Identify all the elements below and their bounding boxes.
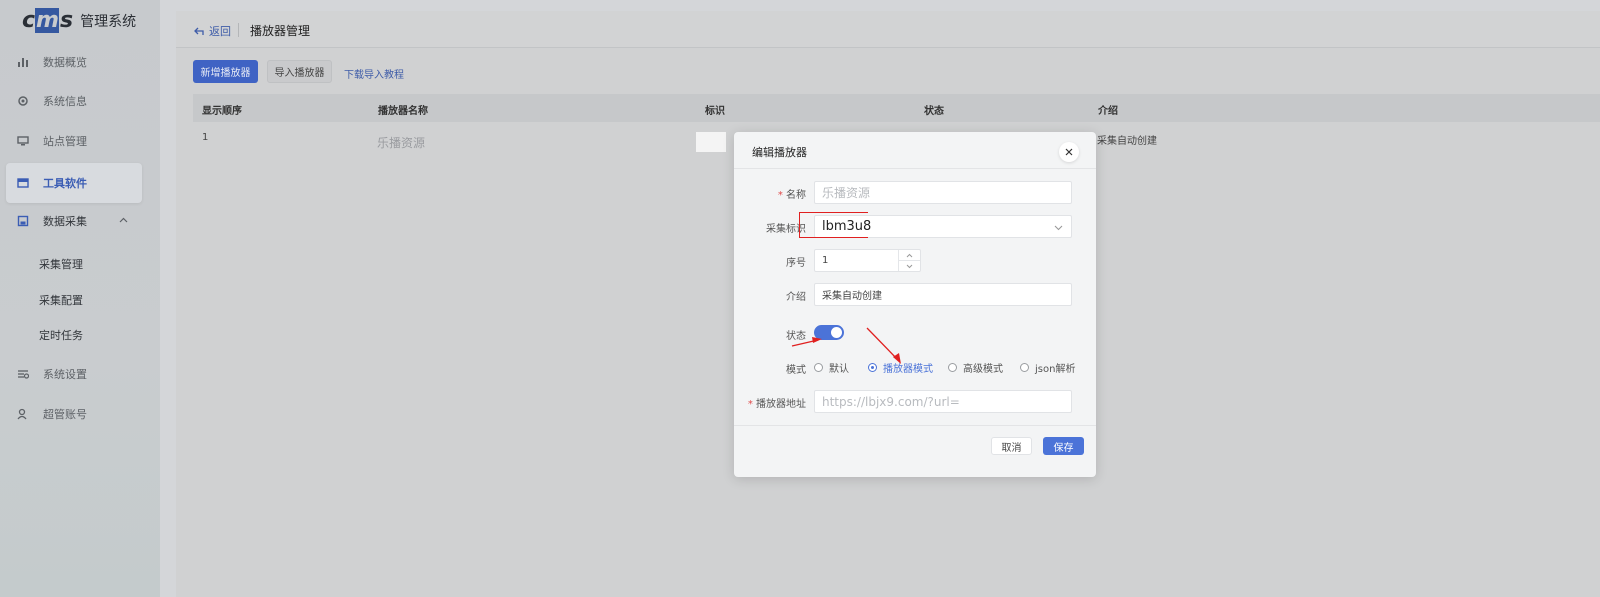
save-icon bbox=[16, 214, 30, 228]
cell-tag-fragment bbox=[696, 132, 726, 152]
status-label: 状态 bbox=[786, 331, 806, 342]
mode-radio-default[interactable]: 默认 bbox=[814, 360, 849, 375]
status-toggle[interactable] bbox=[814, 325, 844, 340]
back-link[interactable]: 返回 bbox=[194, 23, 231, 39]
column-header-tag: 标识 bbox=[705, 106, 725, 117]
order-value: 1 bbox=[822, 255, 829, 266]
mode-label: 模式 bbox=[786, 365, 806, 376]
sidebar: cms 管理系统 数据概览 系统信息 站点管理 工具软件 数据采集 采集管理 采… bbox=[0, 0, 160, 597]
sidebar-subitem-scheduled-tasks[interactable]: 定时任务 bbox=[39, 327, 83, 343]
chevron-up-icon bbox=[906, 253, 913, 257]
chevron-down-icon bbox=[906, 264, 913, 268]
cell-order: 1 bbox=[202, 132, 209, 143]
radio-dot bbox=[814, 363, 823, 372]
mode-radio-player[interactable]: 播放器模式 bbox=[868, 360, 933, 375]
url-field[interactable]: https://lbjx9.com/?url= bbox=[814, 390, 1072, 413]
decrement-button[interactable] bbox=[899, 261, 920, 271]
sidebar-item-tools[interactable]: 工具软件 bbox=[6, 163, 142, 203]
name-field[interactable]: 乐播资源 bbox=[814, 181, 1072, 204]
import-player-button[interactable]: 导入播放器 bbox=[267, 60, 332, 83]
close-icon bbox=[1065, 148, 1073, 156]
radio-label: 默认 bbox=[829, 364, 849, 375]
mode-radio-json[interactable]: json解析 bbox=[1020, 360, 1075, 375]
user-icon bbox=[16, 407, 30, 421]
sidebar-item-sites[interactable]: 站点管理 bbox=[6, 121, 142, 161]
tag-label: 采集标识 bbox=[766, 224, 806, 235]
url-label: * 播放器地址 bbox=[747, 399, 806, 410]
name-placeholder: 乐播资源 bbox=[822, 186, 871, 200]
chevron-up-icon bbox=[119, 215, 128, 228]
sidebar-item-overview[interactable]: 数据概览 bbox=[6, 42, 142, 82]
sidebar-item-collection[interactable]: 数据采集 bbox=[6, 201, 142, 241]
edit-player-dialog: 编辑播放器 * 名称 乐播资源 采集标识 lbm3u8 序号 1 介绍 采集自动… bbox=[734, 132, 1096, 477]
order-stepper[interactable]: 1 bbox=[814, 249, 921, 272]
increment-button[interactable] bbox=[899, 250, 920, 261]
radio-dot bbox=[948, 363, 957, 372]
header-divider bbox=[238, 23, 239, 37]
logo: cms 管理系统 bbox=[22, 8, 136, 33]
back-arrow-icon bbox=[194, 27, 204, 35]
download-tutorial-link[interactable]: 下载导入教程 bbox=[344, 66, 404, 81]
sidebar-item-label: 数据采集 bbox=[43, 215, 87, 228]
page-header: 返回 播放器管理 bbox=[176, 11, 1600, 48]
column-header-status: 状态 bbox=[924, 106, 944, 117]
cell-intro: 采集自动创建 bbox=[1097, 136, 1157, 147]
intro-label: 介绍 bbox=[786, 292, 806, 303]
monitor-icon bbox=[16, 134, 30, 148]
radio-dot bbox=[1020, 363, 1029, 372]
cog-icon bbox=[16, 94, 30, 108]
sliders-icon bbox=[16, 367, 30, 381]
back-label: 返回 bbox=[209, 25, 231, 38]
stepper-buttons bbox=[898, 250, 920, 271]
order-label: 序号 bbox=[786, 258, 806, 269]
chevron-down-icon bbox=[1054, 225, 1063, 231]
radio-dot bbox=[868, 363, 877, 372]
annotation-highlight-box bbox=[799, 212, 868, 238]
cell-name: 乐播资源 bbox=[377, 136, 426, 150]
sidebar-item-system-info[interactable]: 系统信息 bbox=[6, 81, 142, 121]
sidebar-item-label: 站点管理 bbox=[43, 135, 87, 148]
column-header-intro: 介绍 bbox=[1098, 106, 1118, 117]
sidebar-item-label: 数据概览 bbox=[43, 56, 87, 69]
mode-radio-advanced[interactable]: 高级模式 bbox=[948, 360, 1003, 375]
sidebar-item-label: 工具软件 bbox=[43, 177, 87, 190]
intro-value: 采集自动创建 bbox=[822, 291, 882, 302]
name-label: * 名称 bbox=[777, 190, 806, 201]
dialog-divider bbox=[734, 168, 1096, 169]
logo-text: 管理系统 bbox=[80, 13, 137, 30]
cancel-button[interactable]: 取消 bbox=[991, 437, 1032, 455]
page-title: 播放器管理 bbox=[250, 24, 311, 38]
sidebar-item-settings[interactable]: 系统设置 bbox=[6, 354, 142, 394]
add-player-button[interactable]: 新增播放器 bbox=[193, 60, 258, 83]
sidebar-item-label: 超管账号 bbox=[43, 408, 87, 421]
toggle-knob bbox=[831, 327, 842, 338]
sidebar-subitem-collect-manage[interactable]: 采集管理 bbox=[39, 256, 83, 272]
sidebar-subitem-collect-config[interactable]: 采集配置 bbox=[39, 292, 83, 308]
close-button[interactable] bbox=[1059, 142, 1079, 162]
url-placeholder: https://lbjx9.com/?url= bbox=[822, 394, 960, 409]
save-button[interactable]: 保存 bbox=[1043, 437, 1084, 455]
bar-chart-icon bbox=[16, 55, 30, 69]
table-header: 显示顺序 播放器名称 标识 状态 介绍 bbox=[193, 94, 1600, 122]
window-icon bbox=[16, 176, 30, 190]
sidebar-item-label: 系统设置 bbox=[43, 368, 87, 381]
footer-divider bbox=[734, 425, 1096, 426]
column-header-name: 播放器名称 bbox=[378, 106, 428, 117]
intro-field[interactable]: 采集自动创建 bbox=[814, 283, 1072, 306]
dialog-title: 编辑播放器 bbox=[752, 146, 807, 159]
sidebar-item-admin-account[interactable]: 超管账号 bbox=[6, 394, 142, 434]
radio-label: json解析 bbox=[1035, 364, 1076, 375]
radio-label: 播放器模式 bbox=[883, 364, 933, 375]
column-header-order: 显示顺序 bbox=[202, 106, 242, 117]
logo-mark: cms bbox=[22, 8, 73, 33]
radio-label: 高级模式 bbox=[963, 364, 1003, 375]
sidebar-item-label: 系统信息 bbox=[43, 95, 87, 108]
